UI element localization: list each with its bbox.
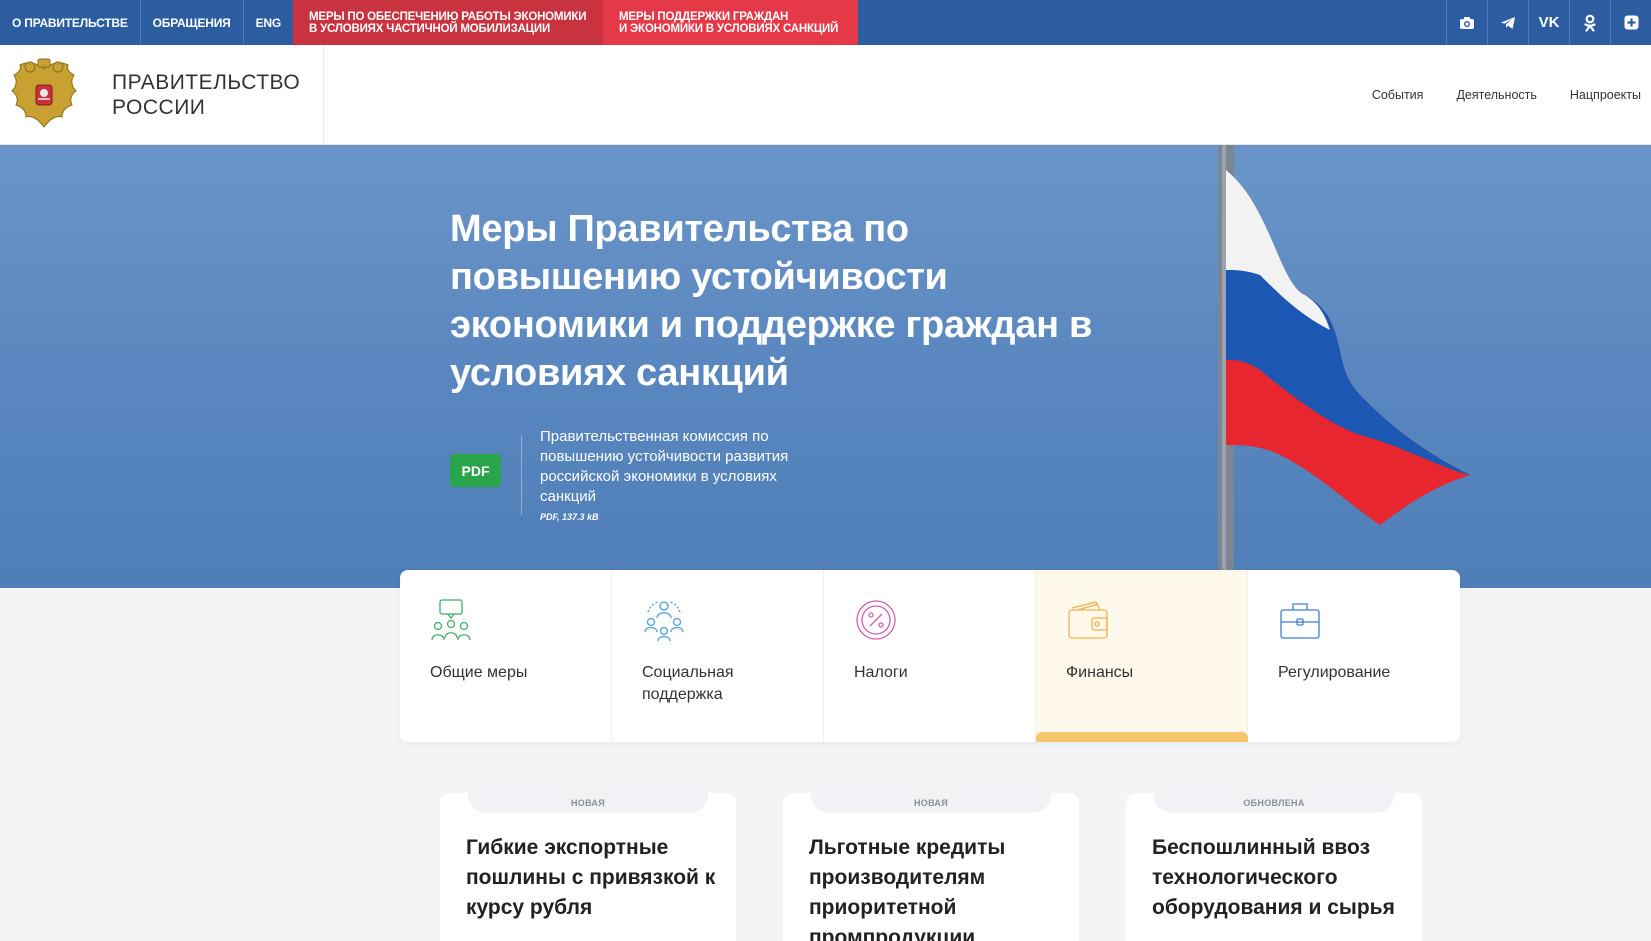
- telegram-icon[interactable]: [1487, 0, 1528, 45]
- promo-mobilization-line1: МЕРЫ ПО ОБЕСПЕЧЕНИЮ РАБОТЫ ЭКОНОМИКИ: [309, 10, 587, 23]
- measure-card[interactable]: НОВАЯ Льготные кредиты производителям пр…: [783, 793, 1079, 941]
- pdf-title-link[interactable]: Правительственная комиссия по повышению …: [540, 427, 830, 507]
- plus-icon[interactable]: [1610, 0, 1651, 45]
- pdf-file-info: PDF, 137.3 kB: [540, 512, 599, 522]
- social-icons: VK: [1446, 0, 1651, 45]
- people-discussion-icon: [431, 599, 471, 641]
- tab-regulation[interactable]: Регулирование: [1248, 570, 1460, 742]
- russian-flag-image: [1218, 145, 1470, 588]
- pdf-download-button[interactable]: PDF: [450, 454, 501, 487]
- measure-card-title: Гибкие экспортные пошлины с привязкой к …: [466, 836, 716, 919]
- site-title-line1: ПРАВИТЕЛЬСТВО: [112, 70, 301, 94]
- status-badge: ОБНОВЛЕНА: [1154, 793, 1394, 813]
- measure-card-title: Беспошлинный ввоз технологического обору…: [1152, 836, 1395, 919]
- main-nav: События Деятельность Нацпроекты: [1372, 88, 1651, 102]
- hero-title: Меры Правительства по повышению устойчив…: [450, 208, 1093, 394]
- site-title-line2: РОССИИ: [112, 95, 206, 119]
- status-badge: НОВАЯ: [468, 793, 708, 813]
- nav-national-projects[interactable]: Нацпроекты: [1570, 88, 1641, 102]
- measure-card[interactable]: ОБНОВЛЕНА Беспошлинный ввоз технологичес…: [1126, 793, 1422, 941]
- promo-sanctions-link[interactable]: МЕРЫ ПОДДЕРЖКИ ГРАЖДАН И ЭКОНОМИКИ В УСЛ…: [603, 0, 858, 45]
- nav-english[interactable]: ENG: [244, 0, 293, 45]
- nav-events[interactable]: События: [1372, 88, 1424, 102]
- coat-of-arms-icon: [11, 58, 77, 128]
- tab-finance[interactable]: Финансы: [1036, 570, 1248, 742]
- briefcase-icon: [1280, 603, 1320, 639]
- status-badge: НОВАЯ: [811, 793, 1051, 813]
- tab-social-support[interactable]: Социальная поддержка: [612, 570, 824, 742]
- logo-link[interactable]: ПРАВИТЕЛЬСТВО РОССИИ: [0, 44, 324, 145]
- top-bar: О ПРАВИТЕЛЬСТВЕ ОБРАЩЕНИЯ ENG МЕРЫ ПО ОБ…: [0, 0, 1651, 45]
- promo-sanctions-line2: И ЭКОНОМИКИ В УСЛОВИЯХ САНКЦИЙ: [619, 22, 839, 35]
- camera-icon[interactable]: [1446, 0, 1487, 45]
- pdf-divider: [521, 435, 522, 515]
- tab-general-measures-label: Общие меры: [430, 664, 528, 681]
- vk-icon[interactable]: VK: [1528, 0, 1569, 45]
- nav-about-government[interactable]: О ПРАВИТЕЛЬСТВЕ: [0, 0, 141, 45]
- wallet-icon: [1068, 601, 1108, 639]
- category-tabs: Общие меры Социальная поддержка Налоги Ф…: [400, 570, 1460, 742]
- tab-finance-label: Финансы: [1066, 664, 1134, 681]
- odnoklassniki-icon[interactable]: [1569, 0, 1610, 45]
- community-icon: [644, 601, 684, 642]
- hero-banner: Меры Правительства по повышению устойчив…: [0, 145, 1651, 588]
- nav-appeals[interactable]: ОБРАЩЕНИЯ: [141, 0, 244, 45]
- tab-general-measures[interactable]: Общие меры: [400, 570, 612, 742]
- promo-mobilization-line2: В УСЛОВИЯХ ЧАСТИЧНОЙ МОБИЛИЗАЦИИ: [309, 22, 551, 35]
- nav-activity[interactable]: Деятельность: [1456, 88, 1536, 102]
- tab-taxes[interactable]: Налоги: [824, 570, 1036, 742]
- tab-social-support-label: Социальная поддержка: [642, 664, 734, 703]
- site-header: ПРАВИТЕЛЬСТВО РОССИИ События Деятельност…: [0, 44, 1651, 145]
- tab-regulation-label: Регулирование: [1278, 664, 1391, 681]
- percent-icon: [856, 600, 896, 640]
- promo-mobilization-link[interactable]: МЕРЫ ПО ОБЕСПЕЧЕНИЮ РАБОТЫ ЭКОНОМИКИ В У…: [293, 0, 603, 45]
- measure-card[interactable]: НОВАЯ Гибкие экспортные пошлины с привяз…: [440, 793, 736, 941]
- tab-taxes-label: Налоги: [854, 664, 908, 681]
- promo-sanctions-line1: МЕРЫ ПОДДЕРЖКИ ГРАЖДАН: [619, 10, 789, 23]
- measure-card-title: Льготные кредиты производителям приорите…: [809, 836, 1006, 941]
- site-title: ПРАВИТЕЛЬСТВО РОССИИ: [112, 70, 300, 120]
